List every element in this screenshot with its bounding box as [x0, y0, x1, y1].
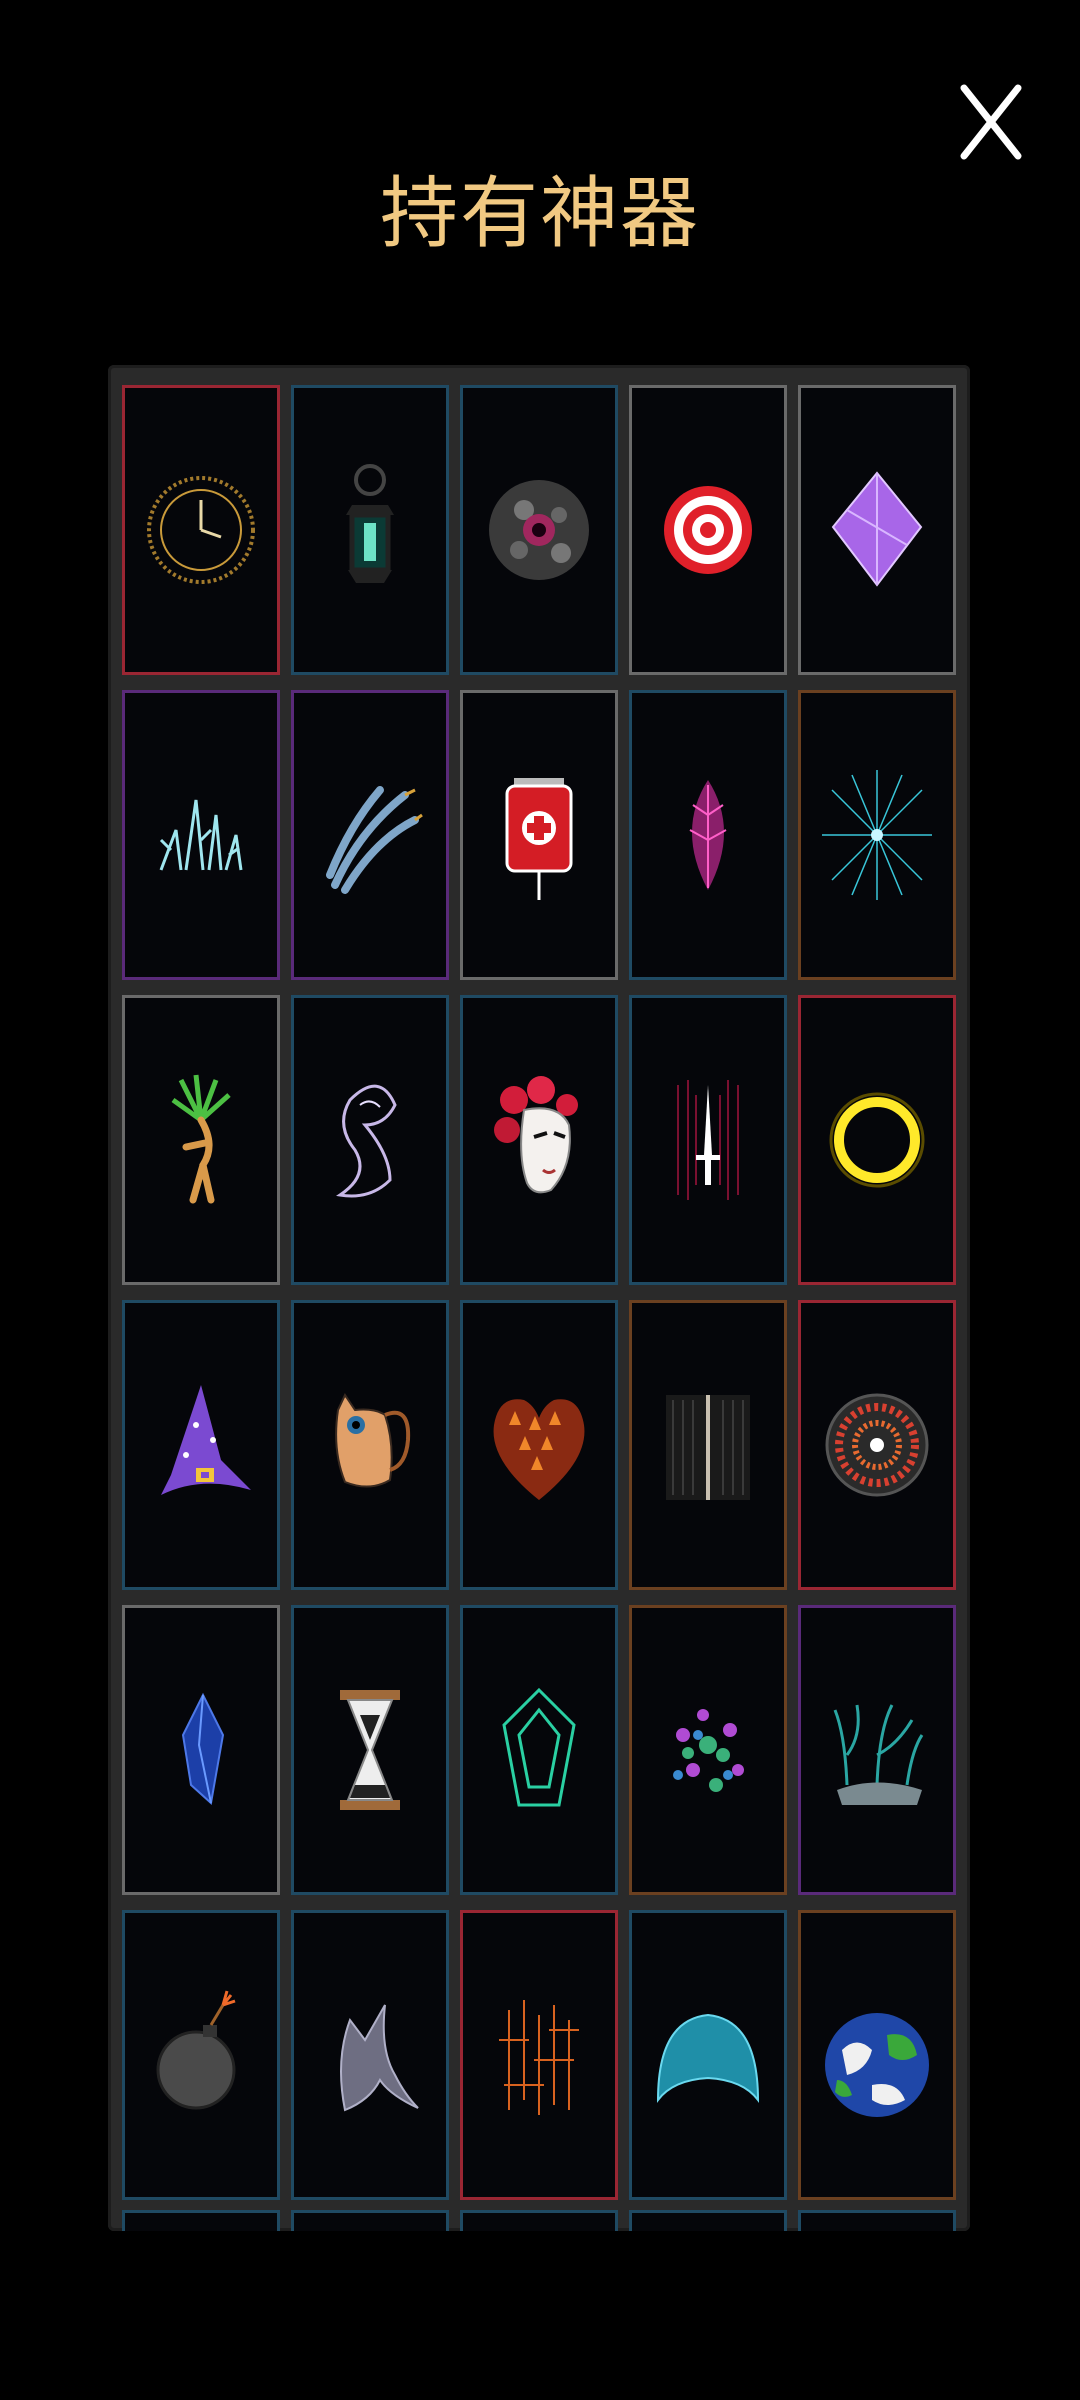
card-edge: [122, 2210, 280, 2231]
artifact-card[interactable]: [291, 690, 449, 980]
page-title: 持有神器: [379, 169, 700, 259]
artifact-card[interactable]: [460, 1910, 618, 2200]
blood-bag-icon: [505, 778, 573, 900]
artifact-card[interactable]: [122, 1605, 280, 1895]
earth-icon: [825, 2013, 929, 2117]
artifact-card[interactable]: [122, 1910, 280, 2200]
artifact-card[interactable]: [460, 1300, 618, 1590]
artifact-card[interactable]: [798, 1300, 956, 1590]
ghost-icon: [336, 1084, 397, 1198]
close-button[interactable]: [958, 82, 1024, 162]
blue-gem-icon: [181, 1692, 225, 1805]
cat-bag-icon: [335, 1392, 411, 1488]
ice-shards-icon: [159, 799, 243, 871]
artifact-card[interactable]: [460, 995, 618, 1285]
rose-mask-icon: [494, 1076, 578, 1194]
close-icon: [960, 84, 1022, 160]
artifact-card[interactable]: [460, 385, 618, 675]
hourglass-icon: [340, 1690, 400, 1810]
bomb-icon: [156, 1990, 236, 2110]
lantern-icon: [346, 464, 394, 583]
pink-leaf-icon: [689, 780, 727, 890]
artifact-card[interactable]: [798, 995, 956, 1285]
dagger-icon: [677, 1080, 739, 1200]
artifact-card[interactable]: [291, 1910, 449, 2200]
eye-disc-icon: [825, 1393, 929, 1497]
next-row-peek: [122, 2210, 956, 2231]
green-crystal-icon: [502, 1687, 576, 1807]
star-burst-icon: [822, 770, 932, 900]
wizard-hat-icon: [161, 1385, 251, 1495]
artifact-card[interactable]: [122, 1300, 280, 1590]
artifact-card[interactable]: [291, 1605, 449, 1895]
artifact-card[interactable]: [629, 690, 787, 980]
artifact-card[interactable]: [291, 1300, 449, 1590]
coral-roots-icon: [833, 1704, 924, 1805]
feathers-icon: [326, 786, 423, 894]
artifact-card[interactable]: [460, 1605, 618, 1895]
artifact-card[interactable]: [629, 1910, 787, 2200]
artifact-card[interactable]: [629, 1300, 787, 1590]
artifact-panel: [108, 365, 970, 2231]
target-icon: [664, 486, 752, 574]
artifact-card[interactable]: [122, 385, 280, 675]
purple-crystal-icon: [831, 471, 923, 587]
card-edge: [798, 2210, 956, 2231]
artifact-card[interactable]: [629, 1605, 787, 1895]
artifact-card[interactable]: [122, 995, 280, 1285]
card-edge: [460, 2210, 618, 2231]
artifact-card[interactable]: [291, 995, 449, 1285]
static-rune-icon: [666, 1395, 750, 1500]
dark-orb-icon: [489, 480, 589, 580]
gold-ring-icon: [829, 1092, 925, 1188]
blue-dome-icon: [656, 2013, 760, 2103]
mandrake-icon: [171, 1074, 231, 1204]
flame-heart-icon: [493, 1399, 585, 1500]
artifact-card[interactable]: [629, 385, 787, 675]
artifact-card[interactable]: [291, 385, 449, 675]
artifact-card[interactable]: [122, 690, 280, 980]
artifact-card[interactable]: [798, 1605, 956, 1895]
ember-lines-icon: [499, 2000, 579, 2115]
clock-icon: [147, 476, 255, 584]
card-edge: [629, 2210, 787, 2231]
flower-cluster-icon: [673, 1709, 744, 1792]
artifact-card[interactable]: [460, 690, 618, 980]
artifact-card[interactable]: [798, 1910, 956, 2200]
artifact-card[interactable]: [798, 385, 956, 675]
artifact-card[interactable]: [798, 690, 956, 980]
grey-wing-icon: [340, 2004, 419, 2112]
card-edge: [291, 2210, 449, 2231]
artifact-grid: [122, 385, 956, 2200]
artifact-card[interactable]: [629, 995, 787, 1285]
